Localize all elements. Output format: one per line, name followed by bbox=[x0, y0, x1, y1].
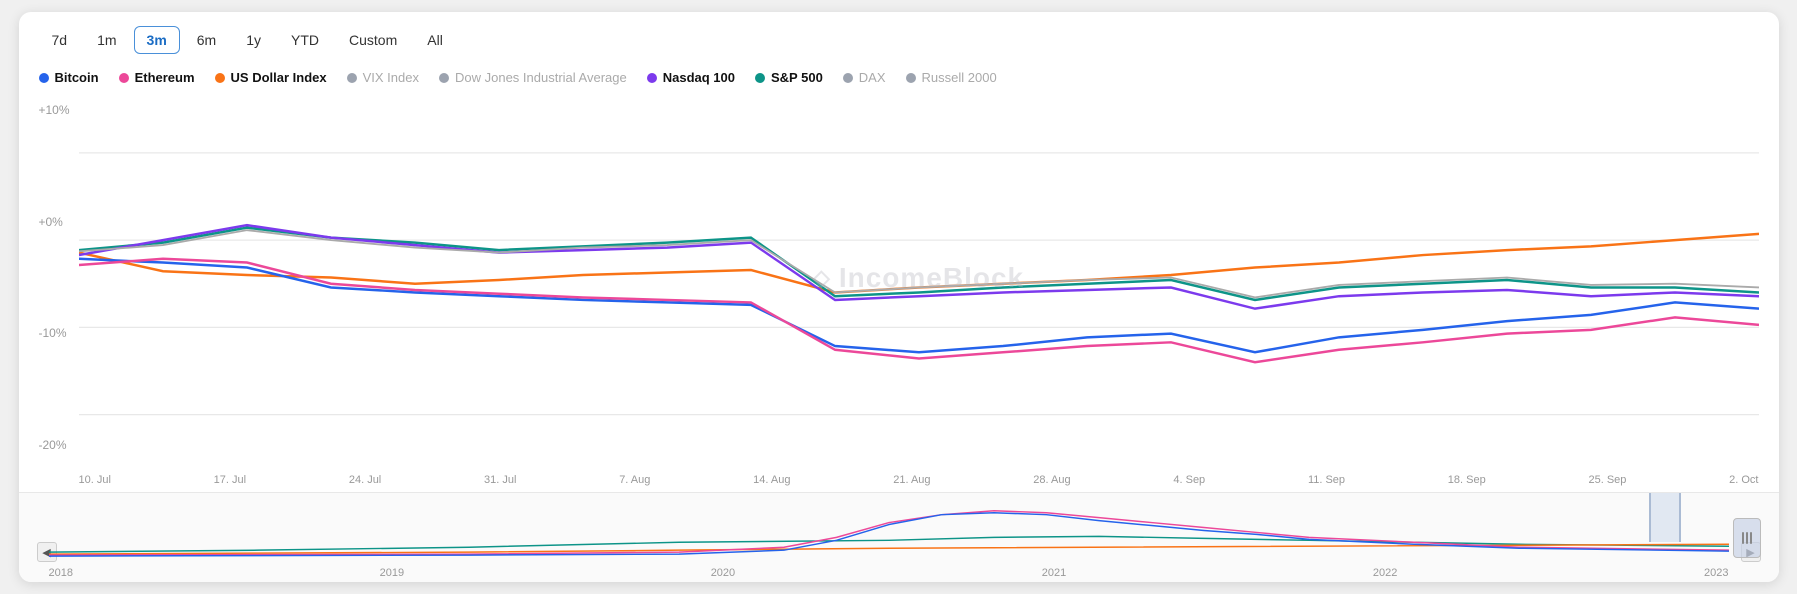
mini-chart-selection[interactable] bbox=[1649, 493, 1681, 542]
mini-x-axis-label: 2020 bbox=[711, 567, 735, 579]
legend-item-dow-jones-industrial-average[interactable]: Dow Jones Industrial Average bbox=[439, 70, 627, 85]
x-axis-label: 10. Jul bbox=[79, 474, 111, 486]
legend-item-dax[interactable]: DAX bbox=[843, 70, 886, 85]
mini-scrollbar[interactable] bbox=[1733, 518, 1761, 558]
mini-chart-svg bbox=[49, 493, 1729, 562]
y-axis-label: -10% bbox=[39, 326, 79, 340]
legend-label: VIX Index bbox=[363, 70, 419, 85]
legend-label: Russell 2000 bbox=[922, 70, 997, 85]
x-axis-label: 18. Sep bbox=[1448, 474, 1486, 486]
time-btn-all[interactable]: All bbox=[414, 26, 456, 54]
time-btn-7d[interactable]: 7d bbox=[39, 26, 81, 54]
x-axis-label: 2. Oct bbox=[1729, 474, 1758, 486]
time-btn-custom[interactable]: Custom bbox=[336, 26, 410, 54]
legend-label: Bitcoin bbox=[55, 70, 99, 85]
legend-dot bbox=[843, 73, 853, 83]
legend-dot bbox=[39, 73, 49, 83]
mini-x-axis-label: 2021 bbox=[1042, 567, 1066, 579]
legend-item-vix-index[interactable]: VIX Index bbox=[347, 70, 419, 85]
x-axis-label: 4. Sep bbox=[1173, 474, 1205, 486]
x-axis-label: 17. Jul bbox=[214, 474, 246, 486]
chart-svg: ◇ IncomeBlock bbox=[79, 103, 1759, 452]
legend-dot bbox=[215, 73, 225, 83]
legend-item-s&p-500[interactable]: S&P 500 bbox=[755, 70, 823, 85]
x-axis-label: 25. Sep bbox=[1588, 474, 1626, 486]
x-axis-label: 24. Jul bbox=[349, 474, 381, 486]
legend-item-bitcoin[interactable]: Bitcoin bbox=[39, 70, 99, 85]
mini-scroll-handle[interactable] bbox=[1733, 518, 1761, 558]
y-axis-label: -20% bbox=[39, 438, 79, 452]
mini-x-axis-label: 2019 bbox=[380, 567, 404, 579]
mini-x-axis-label: 2022 bbox=[1373, 567, 1397, 579]
legend-item-russell-2000[interactable]: Russell 2000 bbox=[906, 70, 997, 85]
mini-x-axis-label: 2023 bbox=[1704, 567, 1728, 579]
x-axis-label: 31. Jul bbox=[484, 474, 516, 486]
legend-dot bbox=[119, 73, 129, 83]
y-axis: +10% +0% -10% -20% bbox=[39, 103, 79, 452]
legend-dot bbox=[647, 73, 657, 83]
legend-label: US Dollar Index bbox=[231, 70, 327, 85]
time-btn-1m[interactable]: 1m bbox=[84, 26, 129, 54]
x-axis-label: 21. Aug bbox=[893, 474, 930, 486]
legend-dot bbox=[347, 73, 357, 83]
time-btn-ytd[interactable]: YTD bbox=[278, 26, 332, 54]
legend-item-us-dollar-index[interactable]: US Dollar Index bbox=[215, 70, 327, 85]
legend: Bitcoin Ethereum US Dollar Index VIX Index D… bbox=[19, 64, 1779, 93]
x-axis-label: 11. Sep bbox=[1308, 474, 1345, 486]
legend-item-nasdaq-100[interactable]: Nasdaq 100 bbox=[647, 70, 735, 85]
y-axis-label: +10% bbox=[39, 103, 79, 117]
legend-label: DAX bbox=[859, 70, 886, 85]
legend-dot bbox=[906, 73, 916, 83]
mini-chart-area: ◀ 201820192020202120222023 ▶ bbox=[19, 492, 1779, 582]
toolbar: 7d1m3m6m1yYTDCustomAll bbox=[19, 12, 1779, 64]
mini-x-axis: 2018 2019 2020 2021 2022 2023 bbox=[49, 567, 1729, 579]
x-axis: 10. Jul 17. Jul 24. Jul 31. Jul 7. Aug 14. Au… bbox=[79, 474, 1759, 486]
legend-label: Ethereum bbox=[135, 70, 195, 85]
legend-dot bbox=[755, 73, 765, 83]
legend-label: Nasdaq 100 bbox=[663, 70, 735, 85]
x-axis-label: 14. Aug bbox=[753, 474, 790, 486]
legend-label: S&P 500 bbox=[771, 70, 823, 85]
chart-container: 7d1m3m6m1yYTDCustomAll Bitcoin Ethereum US… bbox=[19, 12, 1779, 582]
legend-label: Dow Jones Industrial Average bbox=[455, 70, 627, 85]
mini-x-axis-label: 2018 bbox=[49, 567, 73, 579]
time-btn-1y[interactable]: 1y bbox=[233, 26, 274, 54]
legend-item-ethereum[interactable]: Ethereum bbox=[119, 70, 195, 85]
x-axis-label: 7. Aug bbox=[619, 474, 650, 486]
x-axis-label: 28. Aug bbox=[1033, 474, 1070, 486]
legend-dot bbox=[439, 73, 449, 83]
main-chart-area: +10% +0% -10% -20% bbox=[19, 93, 1779, 492]
time-btn-6m[interactable]: 6m bbox=[184, 26, 229, 54]
y-axis-label: +0% bbox=[39, 215, 79, 229]
time-btn-3m[interactable]: 3m bbox=[134, 26, 180, 54]
